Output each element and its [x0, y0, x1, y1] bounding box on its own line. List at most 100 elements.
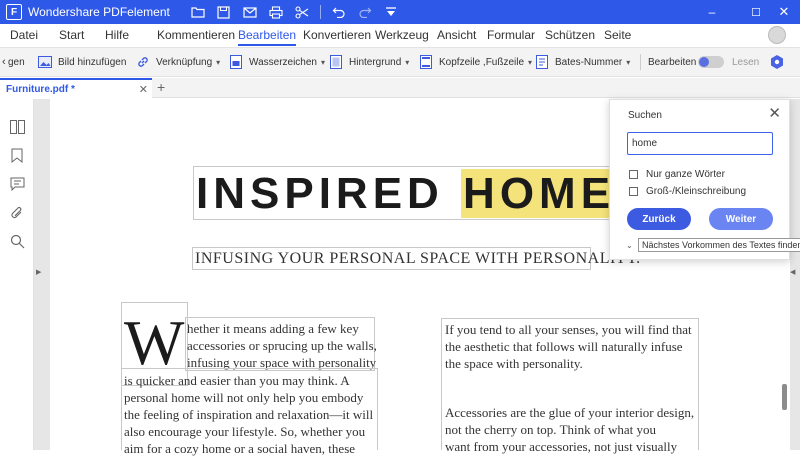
tab-label: Furniture.pdf * — [6, 83, 75, 95]
toggle-knob — [699, 57, 709, 67]
collapse-left-icon[interactable]: ▶ — [36, 268, 41, 276]
menu-schuetzen[interactable]: Schützen — [545, 24, 595, 46]
edit-read-toggle[interactable] — [698, 56, 724, 68]
avatar[interactable] — [768, 26, 786, 44]
search-title: Suchen — [628, 110, 662, 121]
document-tab-bar: Furniture.pdf * ✕ + — [0, 78, 800, 98]
col1-line: aim for a cozy home or a social haven, t… — [124, 441, 356, 456]
col1-intro-text-box[interactable]: hether it means adding a few key accesso… — [185, 317, 377, 371]
next-button[interactable]: Weiter — [709, 208, 773, 230]
col1-line: accessories or sprucing up the walls, — [187, 338, 377, 353]
comment-icon[interactable] — [9, 176, 25, 192]
link-icon — [136, 55, 150, 69]
header-footer-icon — [419, 55, 433, 69]
background-button[interactable]: Hintergrund ▾ — [329, 47, 409, 77]
col2-text-box[interactable]: If you tend to all your senses, you will… — [441, 318, 699, 454]
previous-button[interactable]: Zurück — [627, 208, 691, 230]
search-close-icon[interactable]: ✕ — [768, 104, 781, 122]
menu-start[interactable]: Start — [59, 24, 84, 46]
close-button[interactable]: ✕ — [770, 0, 798, 24]
watermark-icon — [229, 55, 243, 69]
image-icon — [38, 55, 52, 69]
link-button[interactable]: Verknüpfung ▾ — [136, 47, 220, 77]
dropdown-icon[interactable] — [383, 4, 399, 20]
col2-line: If you tend to all your senses, you will… — [445, 322, 692, 337]
search-icon[interactable] — [9, 233, 25, 249]
search-input[interactable] — [627, 132, 773, 155]
next-button-tooltip: Nächstes Vorkommen des Textes finden. — [638, 238, 800, 252]
menu-konvertieren[interactable]: Konvertieren — [303, 24, 371, 46]
tab-furniture-pdf[interactable]: Furniture.pdf * ✕ — [0, 78, 152, 98]
menu-hilfe[interactable]: Hilfe — [105, 24, 129, 46]
headline-text: INSPIRED — [196, 169, 462, 218]
scissors-icon[interactable] — [294, 4, 310, 20]
collapse-right-icon[interactable]: ◀ — [790, 268, 795, 276]
toolbar-divider — [319, 5, 321, 19]
menu-kommentieren[interactable]: Kommentieren — [157, 24, 235, 46]
link-label: Verknüpfung — [156, 56, 213, 68]
col2-line: want from your accessories, not just vis… — [445, 439, 678, 454]
edit-mode-label: Bearbeiten — [648, 56, 697, 68]
match-case-label: Groß-/Kleinschreibung — [646, 186, 747, 197]
watermark-label: Wasserzeichen — [249, 56, 317, 68]
add-tab-button[interactable]: + — [157, 78, 165, 98]
link-caret-icon: ▾ — [216, 57, 221, 67]
redo-icon[interactable] — [357, 4, 373, 20]
background-caret-icon: ▾ — [405, 57, 410, 67]
menu-formular[interactable]: Formular — [487, 24, 535, 46]
menu-bearbeiten[interactable]: Bearbeiten — [238, 24, 297, 46]
add-image-button[interactable]: Bild hinzufügen — [38, 47, 126, 77]
col1-line: the feeling of inspiration and relaxatio… — [124, 407, 374, 422]
attachment-icon[interactable] — [9, 205, 25, 221]
subheading-text-box[interactable]: INFUSING YOUR PERSONAL SPACE WITH PERSON… — [192, 247, 640, 270]
bates-number-label: Bates-Nummer — [555, 56, 623, 68]
tab-close-icon[interactable]: ✕ — [139, 83, 148, 96]
menu-seite[interactable]: Seite — [604, 24, 631, 46]
left-sidebar — [0, 99, 34, 450]
col1-body-text-box[interactable]: is quicker and easier than you may think… — [121, 368, 378, 456]
panel-caret-icon: ⌄ — [626, 241, 633, 250]
match-case-checkbox[interactable]: Groß-/Kleinschreibung — [629, 186, 746, 197]
watermark-caret-icon: ▾ — [321, 57, 326, 67]
minimize-button[interactable]: – — [698, 0, 726, 24]
menu-bar: Datei Start Hilfe Kommentieren Bearbeite… — [0, 24, 800, 46]
col1-line: also encourage your lifestyle. So, wheth… — [124, 424, 366, 439]
header-footer-button[interactable]: Kopfzeile ,Fußzeile ▾ — [419, 47, 532, 77]
bates-number-button[interactable]: Bates-Nummer ▾ — [535, 47, 630, 77]
thumbnails-icon[interactable] — [9, 119, 25, 135]
background-label: Hintergrund — [349, 56, 402, 68]
bates-number-caret-icon: ▾ — [626, 57, 631, 67]
menu-ansicht[interactable]: Ansicht — [437, 24, 476, 46]
col1-line: personal home will not only help you emb… — [124, 390, 364, 405]
maximize-button[interactable]: ☐ — [742, 0, 770, 24]
headline-text-box[interactable]: INSPIRED HOME — [193, 166, 613, 220]
folder-icon[interactable] — [190, 4, 206, 20]
menu-datei[interactable]: Datei — [10, 24, 38, 46]
undo-icon[interactable] — [331, 4, 347, 20]
add-image-label: Bild hinzufügen — [58, 56, 127, 68]
bookmark-icon[interactable] — [9, 147, 25, 163]
background-icon — [329, 55, 343, 69]
bates-number-icon — [535, 55, 549, 69]
watermark-button[interactable]: Wasserzeichen ▾ — [229, 47, 325, 77]
save-icon[interactable] — [216, 4, 232, 20]
checkbox-box — [629, 187, 638, 196]
vertical-scrollbar[interactable] — [782, 384, 787, 410]
app-title: Wondershare PDFelement — [28, 5, 170, 19]
checkbox-box — [629, 170, 638, 179]
col2-line: not the cherry on top. Think of what you — [445, 422, 656, 437]
toolbar-scroll-left[interactable]: ‹ — [2, 47, 6, 77]
header-footer-caret-icon: ▾ — [528, 57, 533, 67]
mail-icon[interactable] — [242, 4, 258, 20]
col2-line: the aesthetic that follows will naturall… — [445, 339, 683, 354]
menu-werkzeug[interactable]: Werkzeug — [375, 24, 429, 46]
toolbar-partial-tool[interactable]: gen — [8, 47, 25, 77]
col2-line: Accessories are the glue of your interio… — [445, 405, 695, 420]
col1-line: is quicker and easier than you may think… — [124, 373, 350, 388]
print-icon[interactable] — [268, 4, 284, 20]
title-bar: F Wondershare PDFelement – ☐ ✕ — [0, 0, 800, 24]
app-logo-icon: F — [6, 4, 22, 20]
whole-words-checkbox[interactable]: Nur ganze Wörter — [629, 169, 725, 180]
header-footer-label: Kopfzeile ,Fußzeile — [439, 56, 525, 68]
settings-hex-icon[interactable] — [769, 47, 785, 77]
